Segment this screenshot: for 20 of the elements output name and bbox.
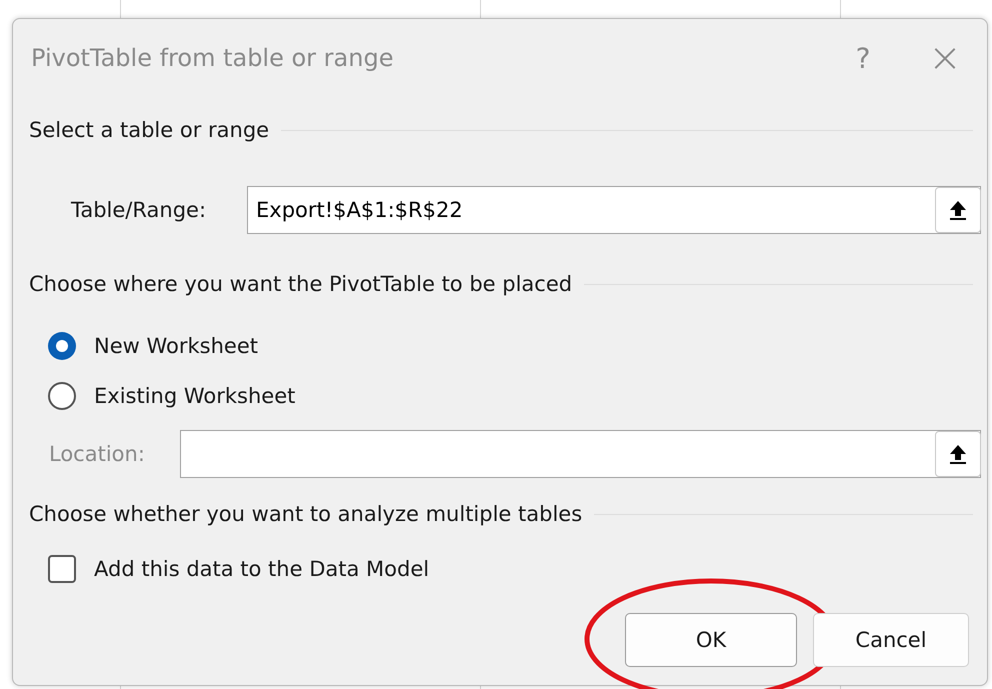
checkbox-label: Add this data to the Data Model: [94, 557, 430, 581]
section-heading: Choose whether you want to analyze multiple tables: [29, 502, 582, 526]
option-label: Existing Worksheet: [94, 384, 296, 408]
cancel-button[interactable]: Cancel: [813, 613, 969, 667]
option-label: New Worksheet: [94, 334, 258, 358]
section-heading: Choose where you want the PivotTable to be placed: [29, 272, 572, 296]
ok-button[interactable]: OK: [625, 613, 797, 667]
field-label: Location:: [49, 442, 146, 466]
section-heading: Select a table or range: [29, 118, 270, 142]
checkbox[interactable]: [48, 555, 76, 583]
location-field[interactable]: [180, 430, 981, 478]
range-field[interactable]: Export!$A$1:$R$22: [247, 186, 981, 234]
collapse-button[interactable]: [935, 431, 981, 477]
radio-button[interactable]: [48, 332, 76, 360]
field-label: Table/Range:: [71, 198, 208, 222]
window-title: PivotTable from table or range: [31, 44, 394, 72]
collapse-button[interactable]: [935, 187, 981, 233]
radio-button[interactable]: [48, 382, 76, 410]
upload-arrow-icon: [948, 199, 968, 221]
upload-arrow-icon: [948, 443, 968, 465]
